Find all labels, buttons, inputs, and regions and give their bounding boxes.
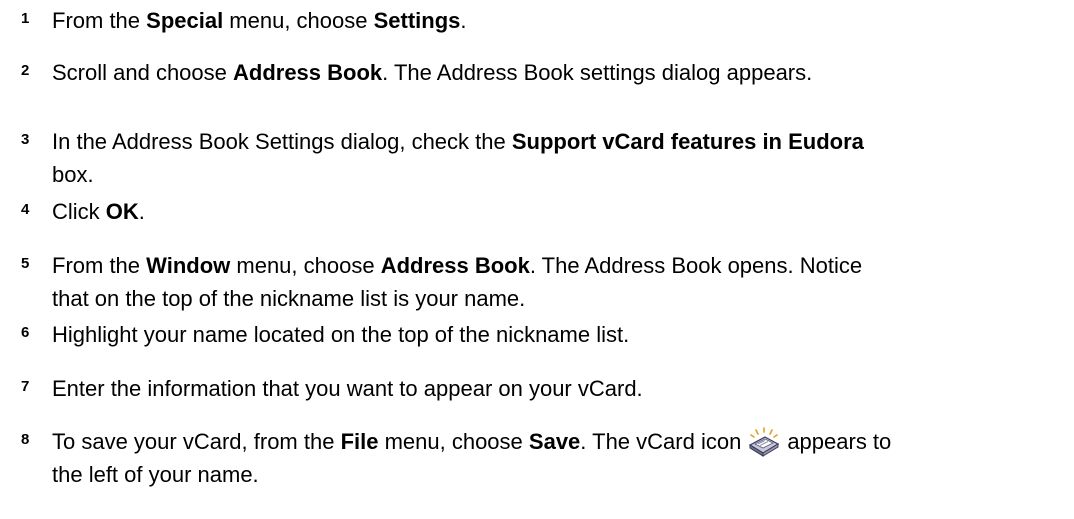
text-run: To save your vCard, from the bbox=[52, 429, 341, 454]
emphasis-term: File bbox=[340, 429, 379, 454]
text-run: . The vCard icon bbox=[580, 429, 742, 454]
step-text: Enter the information that you want to a… bbox=[52, 372, 1052, 405]
step-text: In the Address Book Settings dialog, che… bbox=[52, 125, 1052, 191]
emphasis-term: Save bbox=[528, 429, 581, 454]
emphasis-term: OK bbox=[105, 199, 139, 224]
text-run: . bbox=[138, 199, 145, 224]
text-run: . bbox=[460, 8, 467, 33]
text-run: . The Address Book settings dialog appea… bbox=[382, 60, 813, 85]
text-run: the left of your name. bbox=[52, 462, 259, 487]
text-run: that on the top of the nickname list is … bbox=[52, 286, 526, 311]
emphasis-term: Address Book bbox=[233, 60, 383, 85]
step-text: To save your vCard, from the File menu, … bbox=[52, 425, 1052, 491]
text-run: Click bbox=[52, 199, 106, 224]
text-run: appears to bbox=[787, 429, 892, 454]
emphasis-term: Support vCard features in Eudora bbox=[511, 129, 864, 154]
step-number: 6 bbox=[21, 324, 30, 341]
emphasis-term: Window bbox=[146, 253, 231, 278]
text-run: menu, choose bbox=[230, 253, 381, 278]
text-run: menu, choose bbox=[378, 429, 529, 454]
step-number: 3 bbox=[21, 131, 30, 148]
text-run: In the Address Book Settings dialog, che… bbox=[52, 129, 512, 154]
step-number: 1 bbox=[21, 10, 30, 27]
text-run: From the bbox=[52, 253, 147, 278]
emphasis-term: Address Book bbox=[380, 253, 530, 278]
step-text: From the Special menu, choose Settings. bbox=[52, 4, 1052, 37]
step-text: Click OK. bbox=[52, 195, 1052, 228]
text-run: Enter the information that you want to a… bbox=[52, 376, 643, 401]
step-text: Scroll and choose Address Book. The Addr… bbox=[52, 56, 1052, 89]
step-number: 2 bbox=[21, 62, 30, 79]
text-run: Scroll and choose bbox=[52, 60, 233, 85]
step-number: 8 bbox=[21, 431, 30, 448]
step-number: 7 bbox=[21, 378, 30, 395]
step-number: 5 bbox=[21, 255, 30, 272]
step-text: From the Window menu, choose Address Boo… bbox=[52, 249, 1052, 315]
text-run: Highlight your name located on the top o… bbox=[52, 322, 630, 347]
text-run: From the bbox=[52, 8, 147, 33]
step-text: Highlight your name located on the top o… bbox=[52, 318, 1052, 351]
text-run: box. bbox=[52, 162, 94, 187]
vcard-icon bbox=[747, 427, 781, 457]
text-run: menu, choose bbox=[223, 8, 374, 33]
emphasis-term: Settings bbox=[373, 8, 461, 33]
emphasis-term: Special bbox=[146, 8, 224, 33]
step-number: 4 bbox=[21, 201, 30, 218]
text-run: . The Address Book opens. Notice bbox=[529, 253, 863, 278]
